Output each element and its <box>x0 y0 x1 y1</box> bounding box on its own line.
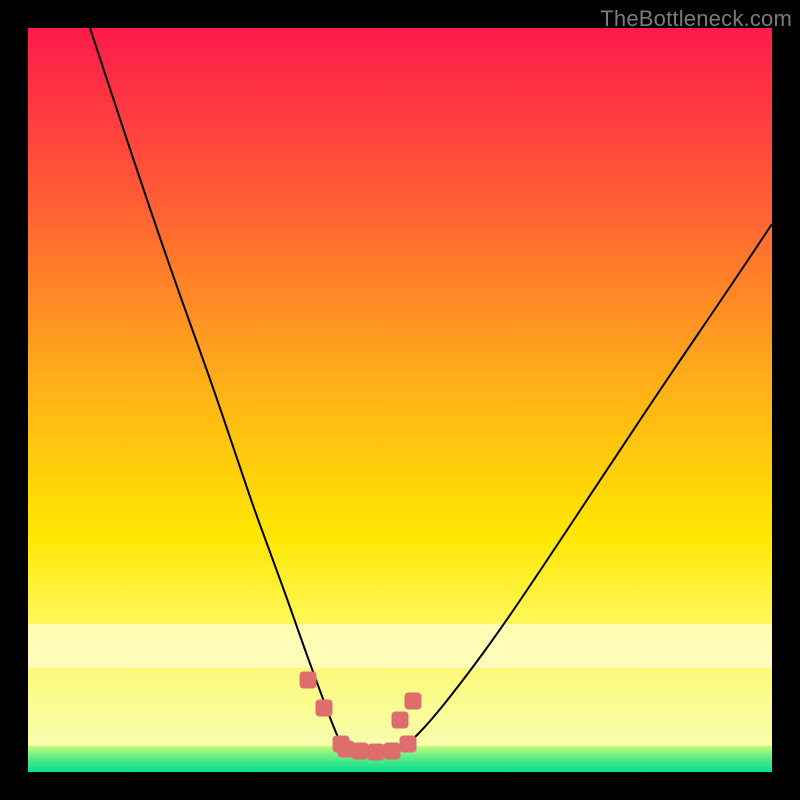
pale-band <box>28 624 772 668</box>
plot-area <box>28 28 772 772</box>
trough-marker <box>368 744 385 761</box>
trough-marker <box>405 693 422 710</box>
outer-black-frame: TheBottleneck.com <box>0 0 800 800</box>
chart-svg <box>28 28 772 772</box>
trough-marker <box>400 736 417 753</box>
trough-marker <box>384 743 401 760</box>
trough-marker <box>392 712 409 729</box>
trough-marker <box>352 743 369 760</box>
trough-marker <box>300 672 317 689</box>
trough-marker <box>316 700 333 717</box>
